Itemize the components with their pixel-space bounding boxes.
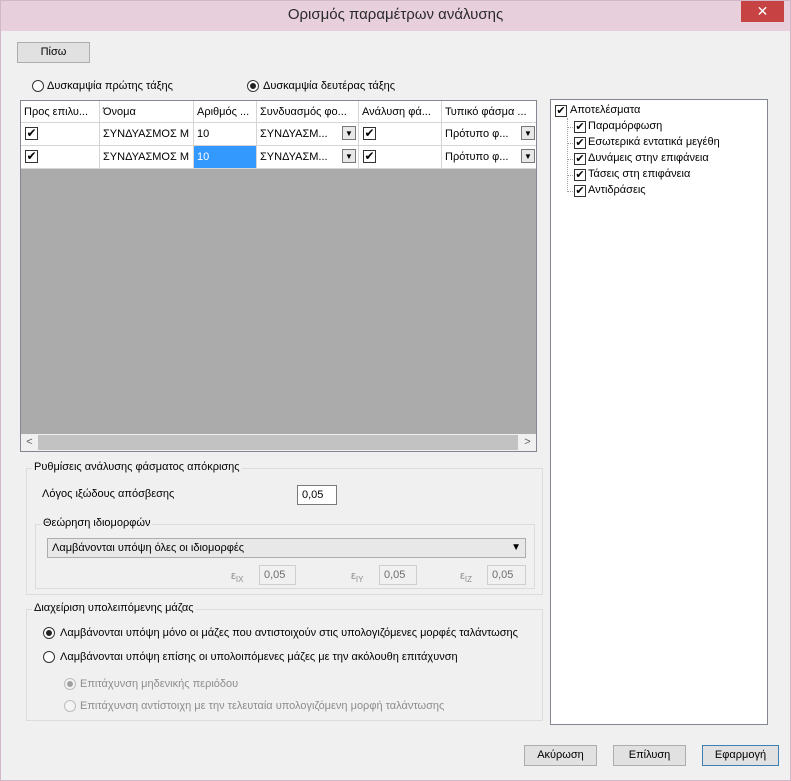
first-order-label: Δυσκαμψία πρώτης τάξης: [47, 80, 173, 92]
results-tree[interactable]: ✔ Αποτελέσματα ✔ Παραμόρφωση ✔ Εσωτερικά…: [550, 99, 768, 725]
response-spectrum-title: Ρυθμίσεις ανάλυσης φάσματος απόκρισης: [32, 461, 242, 473]
row-combination-value: ΣΥΝΔΥΑΣΜ...: [260, 151, 328, 163]
eps-iy-label: εIY: [351, 570, 364, 584]
result-item-surface-forces[interactable]: Δυνάμεις στην επιφάνεια: [588, 152, 709, 164]
result-checkbox[interactable]: ✔: [574, 153, 586, 165]
scroll-left-icon[interactable]: <: [21, 434, 38, 451]
residual-mass-title: Διαχείριση υπολειπόμενης μάζας: [32, 602, 196, 614]
table-row: ✔: [21, 123, 100, 146]
result-checkbox[interactable]: ✔: [574, 137, 586, 149]
chevron-down-icon[interactable]: ▼: [342, 126, 356, 140]
modes-select[interactable]: Λαμβάνονται υπόψη όλες οι ιδιομορφές ▼: [47, 538, 526, 558]
eps-iz-label: εIZ: [460, 570, 473, 584]
last-mode-radio[interactable]: [64, 700, 76, 712]
modes-group: Θεώρηση ιδιομορφών Λαμβάνονται υπόψη όλε…: [35, 517, 535, 589]
row-spectrum-analysis-cell: ✔: [359, 123, 442, 146]
result-item-internal-forces[interactable]: Εσωτερικά εντατικά μεγέθη: [588, 136, 720, 148]
damping-label: Λόγος ιξώδους απόσβεσης: [42, 488, 175, 500]
cancel-button[interactable]: Ακύρωση: [524, 745, 597, 766]
last-mode-label: Επιτάχυνση αντίστοιχη με την τελευταία υ…: [80, 700, 445, 712]
result-item-deformation[interactable]: Παραμόρφωση: [588, 120, 662, 132]
result-checkbox[interactable]: ✔: [574, 185, 586, 197]
residual-option1-radio[interactable]: [43, 627, 55, 639]
result-checkbox[interactable]: ✔: [574, 169, 586, 181]
damping-input[interactable]: 0,05: [297, 485, 337, 505]
eps-ix-label: εIX: [231, 570, 244, 584]
scrollbar-thumb[interactable]: [38, 435, 518, 450]
result-item-surface-stresses[interactable]: Τάσεις στη επιφάνεια: [588, 168, 690, 180]
residual-option2-radio[interactable]: [43, 651, 55, 663]
row-combination-cell[interactable]: ΣΥΝΔΥΑΣΜ... ▼: [257, 123, 359, 146]
window-title: Ορισμός παραμέτρων ανάλυσης: [287, 6, 504, 23]
column-header-solve[interactable]: Προς επιλυ...: [21, 101, 100, 123]
row-name-cell[interactable]: ΣΥΝΔΥΑΣΜΟΣ Μ: [100, 146, 194, 169]
chevron-down-icon[interactable]: ▼: [521, 126, 535, 140]
solve-checkbox[interactable]: ✔: [25, 150, 38, 163]
spectrum-analysis-checkbox[interactable]: ✔: [363, 127, 376, 140]
tree-line: [567, 118, 568, 190]
first-order-radio[interactable]: [32, 80, 44, 92]
row-spectrum-cell[interactable]: Πρότυπο φ... ▼: [442, 146, 536, 169]
row-spectrum-cell[interactable]: Πρότυπο φ... ▼: [442, 123, 536, 146]
row-combination-cell[interactable]: ΣΥΝΔΥΑΣΜ... ▼: [257, 146, 359, 169]
scroll-right-icon[interactable]: >: [519, 434, 536, 451]
eps-iy-input[interactable]: 0,05: [379, 565, 417, 585]
zero-period-radio[interactable]: [64, 678, 76, 690]
chevron-down-icon[interactable]: ▼: [342, 149, 356, 163]
row-name-cell[interactable]: ΣΥΝΔΥΑΣΜΟΣ Μ: [100, 123, 194, 146]
close-button[interactable]: ✕: [741, 1, 784, 22]
eps-ix-input[interactable]: 0,05: [259, 565, 296, 585]
row-spectrum-value: Πρότυπο φ...: [445, 151, 509, 163]
results-root-label[interactable]: Αποτελέσματα: [570, 104, 640, 116]
row-spectrum-value: Πρότυπο φ...: [445, 128, 509, 140]
dialog-window: Ορισμός παραμέτρων ανάλυσης ✕ Πίσω Δυσκα…: [0, 0, 791, 781]
solve-button[interactable]: Επίλυση: [613, 745, 686, 766]
second-order-label: Δυσκαμψία δευτέρας τάξης: [263, 80, 396, 92]
back-button[interactable]: Πίσω: [17, 42, 90, 63]
column-header-name[interactable]: Όνομα: [100, 101, 194, 123]
zero-period-label: Επιτάχυνση μηδενικής περιόδου: [80, 678, 239, 690]
second-order-radio[interactable]: [247, 80, 259, 92]
row-combination-value: ΣΥΝΔΥΑΣΜ...: [260, 128, 328, 140]
residual-mass-group: Διαχείριση υπολειπόμενης μάζας Λαμβάνοντ…: [26, 602, 543, 721]
row-spectrum-analysis-cell: ✔: [359, 146, 442, 169]
modes-title: Θεώρηση ιδιομορφών: [41, 517, 153, 529]
residual-option1-label: Λαμβάνονται υπόψη μόνο οι μάζες που αντι…: [60, 627, 518, 639]
response-spectrum-group: Ρυθμίσεις ανάλυσης φάσματος απόκρισης Λό…: [26, 461, 543, 595]
residual-option2-label: Λαμβάνονται υπόψη επίσης οι υπολοιπόμενε…: [60, 651, 458, 663]
chevron-down-icon[interactable]: ▼: [521, 149, 535, 163]
row-number-cell[interactable]: 10: [194, 146, 257, 169]
horizontal-scrollbar[interactable]: < >: [21, 434, 536, 451]
title-bar: Ορισμός παραμέτρων ανάλυσης ✕: [1, 1, 790, 31]
modes-select-value: Λαμβάνονται υπόψη όλες οι ιδιομορφές: [52, 542, 245, 554]
spectrum-analysis-checkbox[interactable]: ✔: [363, 150, 376, 163]
combinations-grid[interactable]: Προς επιλυ... Όνομα Αριθμός ... Συνδυασμ…: [20, 100, 537, 452]
result-checkbox[interactable]: ✔: [574, 121, 586, 133]
eps-iz-input[interactable]: 0,05: [487, 565, 526, 585]
column-header-combination[interactable]: Συνδυασμός φο...: [257, 101, 359, 123]
apply-button[interactable]: Εφαρμογή: [702, 745, 779, 766]
results-root-checkbox[interactable]: ✔: [555, 105, 567, 117]
table-row: ✔: [21, 146, 100, 169]
column-header-standard-spectrum[interactable]: Τυπικό φάσμα ...: [442, 101, 536, 123]
column-header-number[interactable]: Αριθμός ...: [194, 101, 257, 123]
column-header-spectrum-analysis[interactable]: Ανάλυση φά...: [359, 101, 442, 123]
chevron-down-icon: ▼: [511, 542, 521, 553]
result-item-reactions[interactable]: Αντιδράσεις: [588, 184, 646, 196]
row-number-cell[interactable]: 10: [194, 123, 257, 146]
solve-checkbox[interactable]: ✔: [25, 127, 38, 140]
